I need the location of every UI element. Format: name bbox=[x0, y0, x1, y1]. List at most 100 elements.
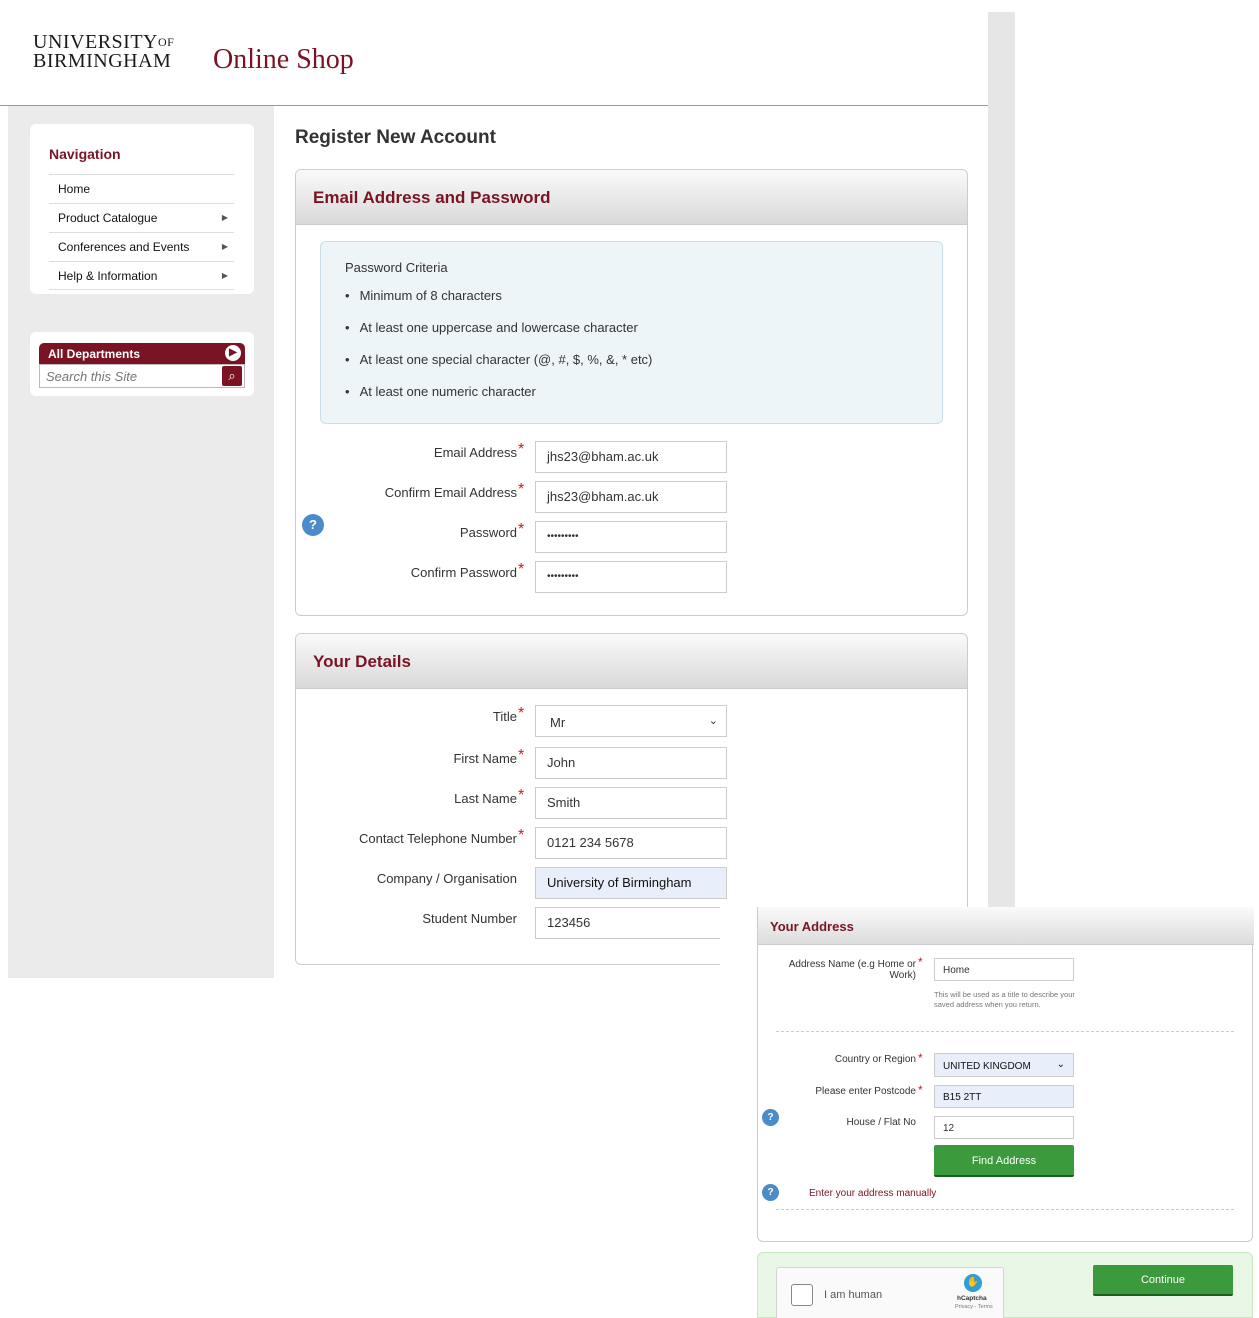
nav-item-product-catalogue[interactable]: Product Catalogue ▶ bbox=[49, 203, 234, 232]
title-row: Title * Mr ⌄ bbox=[296, 705, 967, 737]
required-marker: * bbox=[918, 1051, 923, 1065]
hint-line2: saved address when you return. bbox=[934, 1000, 1041, 1009]
title-select[interactable]: Mr ⌄ bbox=[535, 705, 727, 737]
required-marker: * bbox=[518, 441, 525, 458]
address-name-hint: This will be used as a title to describe… bbox=[934, 990, 1075, 1010]
address-name-field[interactable]: Home bbox=[934, 958, 1074, 981]
nav-item-label: Product Catalogue bbox=[58, 211, 158, 225]
password-criteria-box: Password Criteria Minimum of 8 character… bbox=[320, 241, 943, 424]
required-marker: * bbox=[518, 561, 525, 578]
postcode-label: Please enter Postcode bbox=[815, 1086, 916, 1097]
confirm-password-field[interactable]: ••••••••• bbox=[535, 561, 727, 593]
email-section-title: Email Address and Password bbox=[296, 170, 967, 225]
arrow-right-icon: ▶ bbox=[221, 242, 228, 251]
postcode-field[interactable]: B15 2TT bbox=[934, 1085, 1074, 1108]
captcha-checkbox[interactable] bbox=[791, 1284, 813, 1306]
navigation-title: Navigation bbox=[49, 146, 121, 162]
criteria-item: At least one special character (@, #, $,… bbox=[345, 352, 653, 384]
phone-row: Contact Telephone Number * 0121 234 5678 bbox=[296, 827, 967, 859]
criteria-item: At least one uppercase and lowercase cha… bbox=[345, 320, 652, 352]
phone-field[interactable]: 0121 234 5678 bbox=[535, 827, 727, 859]
nav-item-label: Conferences and Events bbox=[58, 240, 190, 254]
nav-item-help[interactable]: Help & Information ▶ bbox=[49, 261, 234, 290]
divider bbox=[776, 1031, 1234, 1032]
shop-title[interactable]: Online Shop bbox=[213, 44, 354, 76]
address-name-label-line2: Work) bbox=[889, 970, 916, 981]
nav-item-conferences[interactable]: Conferences and Events ▶ bbox=[49, 232, 234, 261]
required-marker: * bbox=[918, 1083, 923, 1097]
logo-line2: BIRMINGHAM bbox=[33, 50, 172, 72]
captcha-brand: hCaptcha bbox=[957, 1295, 987, 1302]
hint-line1: This will be used as a title to describe… bbox=[934, 990, 1075, 999]
email-label: Email Address bbox=[433, 445, 517, 460]
company-label: Company / Organisation bbox=[376, 871, 517, 886]
details-section-title: Your Details bbox=[296, 634, 967, 689]
chevron-down-icon: ⌄ bbox=[708, 715, 718, 727]
confirm-email-field[interactable]: jhs23@bham.ac.uk bbox=[535, 481, 727, 513]
required-marker: * bbox=[518, 705, 525, 722]
confirm-password-label: Confirm Password bbox=[410, 565, 517, 580]
divider bbox=[776, 1209, 1234, 1210]
required-marker: * bbox=[518, 521, 525, 538]
hcaptcha-widget: I am human ✋ hCaptcha Privacy - Terms bbox=[776, 1267, 1004, 1318]
house-number-label: House / Flat No bbox=[846, 1117, 916, 1128]
student-number-field[interactable]: 123456 bbox=[535, 907, 727, 939]
sidebar: Navigation Home Product Catalogue ▶ Confe… bbox=[8, 106, 274, 978]
country-label: Country or Region bbox=[834, 1054, 916, 1065]
address-name-label-line1: Address Name (e.g Home or bbox=[788, 959, 916, 970]
country-select[interactable]: UNITED KINGDOM ⌄ bbox=[934, 1053, 1074, 1077]
nav-item-home[interactable]: Home bbox=[49, 174, 234, 203]
captcha-terms-link[interactable]: Privacy - Terms bbox=[955, 1304, 993, 1310]
required-marker: * bbox=[518, 827, 525, 844]
criteria-title: Password Criteria bbox=[345, 260, 448, 275]
criteria-list: Minimum of 8 characters At least one upp… bbox=[345, 288, 653, 416]
navigation-box: Navigation Home Product Catalogue ▶ Confe… bbox=[30, 124, 254, 294]
circle-arrow-icon: ▶ bbox=[225, 345, 241, 361]
confirm-email-label: Confirm Email Address bbox=[384, 485, 517, 500]
company-field[interactable]: University of Birmingham bbox=[535, 867, 727, 899]
required-marker: * bbox=[518, 747, 525, 764]
address-overlay: Your Address Address Name (e.g Home or W… bbox=[720, 907, 1259, 1318]
nav-item-label: Home bbox=[58, 182, 91, 196]
search-input[interactable] bbox=[40, 365, 210, 387]
email-field[interactable]: jhs23@bham.ac.uk bbox=[535, 441, 727, 473]
search-box: All Departments ▶ ⌕ bbox=[30, 332, 254, 396]
required-marker: * bbox=[918, 955, 923, 969]
find-address-button[interactable]: Find Address bbox=[934, 1145, 1074, 1177]
password-label: Password bbox=[459, 525, 517, 540]
house-help-icon[interactable]: ? bbox=[762, 1109, 779, 1126]
title-label: Title bbox=[492, 709, 517, 724]
criteria-item: At least one numeric character bbox=[345, 384, 652, 416]
chevron-down-icon: ⌄ bbox=[1056, 1059, 1065, 1070]
nav-item-label: Help & Information bbox=[58, 269, 158, 283]
last-name-label: Last Name bbox=[454, 791, 517, 806]
last-name-row: Last Name * Smith bbox=[296, 787, 967, 819]
enter-address-manually-link[interactable]: Enter your address manually bbox=[809, 1188, 936, 1199]
first-name-field[interactable]: John bbox=[535, 747, 727, 779]
required-marker: * bbox=[518, 481, 525, 498]
criteria-item: Minimum of 8 characters bbox=[345, 288, 652, 320]
confirm-email-row: Confirm Email Address * jhs23@bham.ac.uk bbox=[296, 481, 967, 513]
page-gutter bbox=[988, 12, 1015, 907]
arrow-right-icon: ▶ bbox=[221, 271, 228, 280]
house-number-field[interactable]: 12 bbox=[934, 1116, 1074, 1139]
address-name-label: Address Name (e.g Home or Work) bbox=[789, 959, 916, 981]
phone-label: Contact Telephone Number bbox=[358, 831, 517, 846]
email-password-panel: Email Address and Password Password Crit… bbox=[295, 169, 968, 616]
logo-of: OF bbox=[158, 35, 175, 49]
search-icon[interactable]: ⌕ bbox=[222, 366, 242, 386]
last-name-field[interactable]: Smith bbox=[535, 787, 727, 819]
page-title: Register New Account bbox=[295, 127, 496, 148]
hcaptcha-logo-icon: ✋ bbox=[964, 1274, 982, 1292]
continue-button[interactable]: Continue bbox=[1093, 1265, 1233, 1296]
student-number-label: Student Number bbox=[422, 911, 517, 926]
university-logo[interactable]: UNIVERSITYOF BIRMINGHAM bbox=[33, 32, 175, 72]
title-selected: Mr bbox=[550, 715, 566, 730]
all-departments-dropdown[interactable]: All Departments ▶ bbox=[39, 343, 245, 364]
password-field[interactable]: ••••••••• bbox=[535, 521, 727, 553]
manual-help-icon[interactable]: ? bbox=[762, 1184, 779, 1201]
confirm-password-row: Confirm Password * ••••••••• bbox=[296, 561, 967, 593]
captcha-section: I am human ✋ hCaptcha Privacy - Terms Co… bbox=[757, 1252, 1253, 1318]
search-row: ⌕ bbox=[39, 364, 245, 388]
captcha-label: I am human bbox=[824, 1289, 883, 1301]
